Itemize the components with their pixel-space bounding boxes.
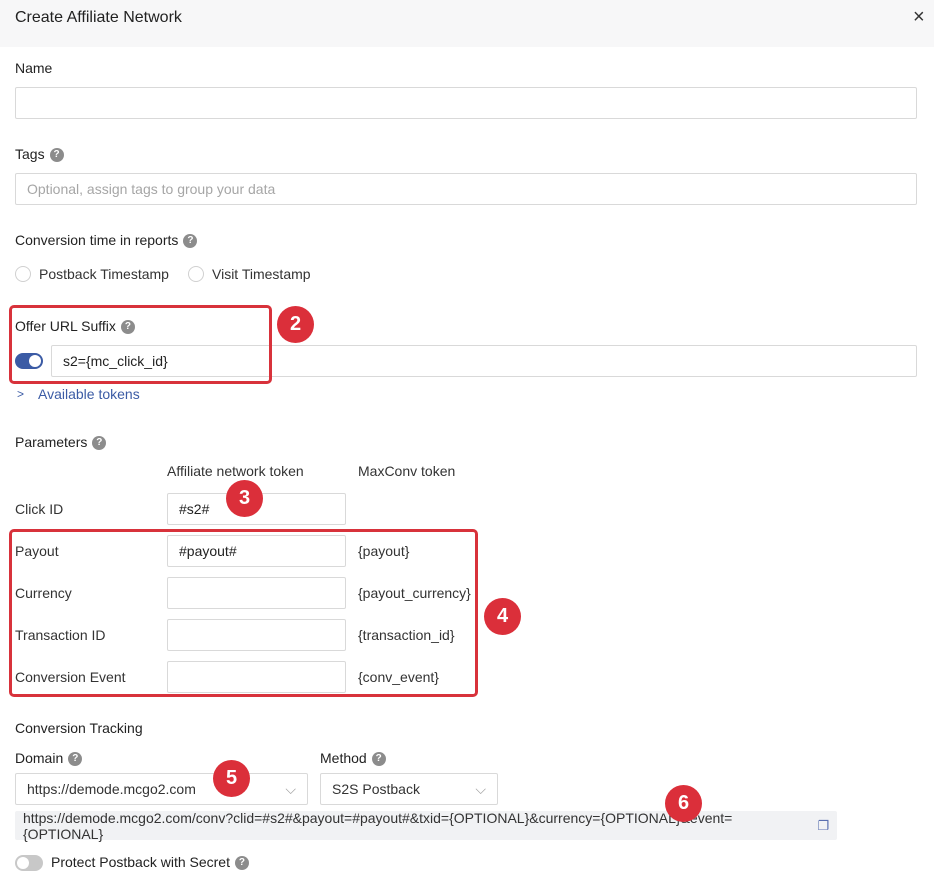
conversion-time-label-text: Conversion time in reports: [15, 232, 179, 248]
protect-secret-label-text: Protect Postback with Secret: [51, 854, 230, 870]
chevron-right-icon: >: [17, 387, 25, 401]
conversion-tracking-label: Conversion Tracking: [15, 720, 143, 736]
name-input[interactable]: [15, 87, 917, 119]
col-maxconv-token: MaxConv token: [358, 463, 456, 479]
toggle-knob: [17, 857, 29, 869]
help-icon[interactable]: ?: [68, 752, 83, 767]
protect-secret-label: Protect Postback with Secret?: [51, 853, 249, 871]
tags-input[interactable]: [15, 173, 917, 205]
chevron-down-icon: ⌵: [475, 780, 486, 797]
parameters-label-text: Parameters: [15, 434, 88, 450]
annotation-badge-5: 5: [213, 760, 250, 797]
available-tokens-link[interactable]: > Available tokens: [17, 386, 140, 402]
radio-postback-timestamp[interactable]: Postback Timestamp: [15, 266, 169, 282]
annotation-badge-6: 6: [665, 785, 702, 822]
annotation-box-offer-suffix: [9, 305, 272, 384]
dialog-header: Create Affiliate Network ×: [0, 0, 934, 47]
tags-label-text: Tags: [15, 146, 45, 162]
conversion-time-label: Conversion time in reports?: [15, 231, 198, 249]
name-label: Name: [15, 60, 53, 76]
annotation-badge-2: 2: [277, 306, 314, 343]
col-affiliate-network-token: Affiliate network token: [167, 463, 304, 479]
method-label: Method?: [320, 749, 386, 767]
domain-select-value: https://demode.mcgo2.com: [27, 781, 196, 797]
annotation-badge-3: 3: [226, 480, 263, 517]
method-select-value: S2S Postback: [332, 781, 420, 797]
method-label-text: Method: [320, 750, 367, 766]
help-icon[interactable]: ?: [183, 234, 198, 249]
radio-circle[interactable]: [188, 266, 204, 282]
close-icon[interactable]: ×: [913, 7, 925, 27]
help-icon[interactable]: ?: [92, 436, 107, 451]
param-label-click-id: Click ID: [15, 501, 64, 517]
annotation-badge-4: 4: [484, 598, 521, 635]
protect-secret-toggle[interactable]: [15, 855, 43, 871]
radio-circle[interactable]: [15, 266, 31, 282]
chevron-down-icon: ⌵: [285, 780, 296, 797]
tags-label: Tags?: [15, 145, 64, 163]
method-select[interactable]: S2S Postback ⌵: [320, 773, 498, 805]
help-icon[interactable]: ?: [234, 856, 249, 871]
postback-url-box: https://demode.mcgo2.com/conv?clid=#s2#&…: [15, 810, 837, 842]
available-tokens-label: Available tokens: [38, 386, 140, 402]
domain-label: Domain?: [15, 749, 83, 767]
copy-icon[interactable]: ❐: [817, 818, 829, 834]
radio-label: Postback Timestamp: [39, 266, 169, 282]
parameters-label: Parameters?: [15, 433, 107, 451]
help-icon[interactable]: ?: [371, 752, 386, 767]
dialog-title: Create Affiliate Network: [15, 9, 182, 26]
annotation-box-parameters: [9, 529, 478, 697]
radio-label: Visit Timestamp: [212, 266, 311, 282]
help-icon[interactable]: ?: [49, 148, 64, 163]
domain-select[interactable]: https://demode.mcgo2.com ⌵: [15, 773, 308, 805]
radio-visit-timestamp[interactable]: Visit Timestamp: [188, 266, 311, 282]
domain-label-text: Domain: [15, 750, 64, 766]
